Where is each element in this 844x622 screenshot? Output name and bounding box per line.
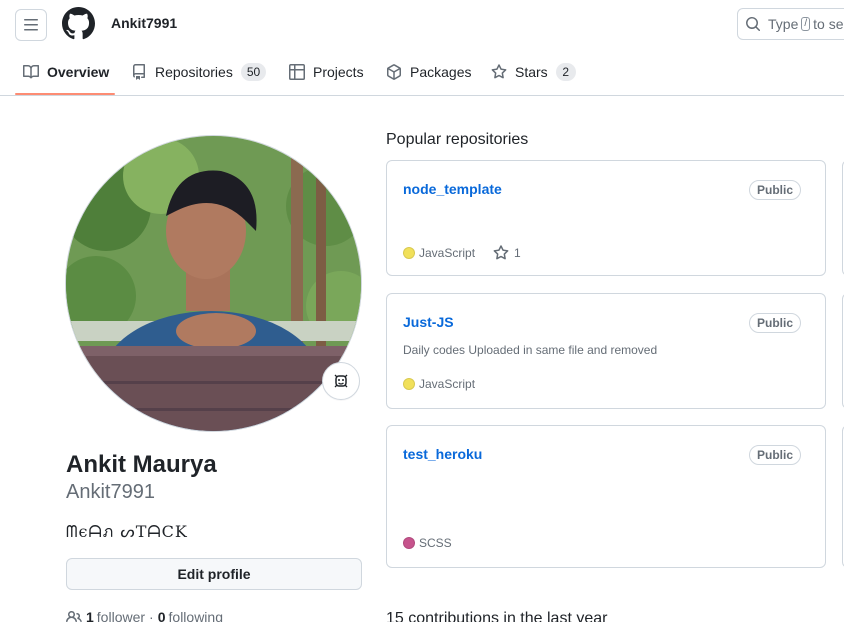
- search-icon: [746, 17, 761, 32]
- repo-description: Daily codes Uploaded in same file and re…: [403, 343, 658, 357]
- repo-stars-link[interactable]: 1: [493, 245, 521, 261]
- star-icon: [493, 245, 509, 260]
- table-icon: [289, 64, 305, 80]
- repositories-count-badge: 50: [240, 63, 267, 81]
- visibility-badge: Public: [748, 180, 801, 200]
- tab-repositories-label: Repositories: [155, 64, 233, 80]
- visibility-badge: Public: [748, 313, 801, 333]
- repo-name-link[interactable]: test_heroku: [403, 446, 482, 462]
- set-status-button[interactable]: [322, 362, 360, 400]
- hamburger-menu-button[interactable]: [15, 9, 47, 41]
- tab-projects-label: Projects: [313, 64, 364, 80]
- repo-card: node_template Public JavaScript 1: [386, 160, 826, 276]
- selected-tab-indicator: [15, 93, 115, 95]
- search-placeholder-start: Type: [768, 16, 799, 32]
- tab-repositories[interactable]: Repositories 50: [131, 48, 267, 96]
- repo-meta: JavaScript: [403, 377, 475, 391]
- tab-overview-label: Overview: [47, 64, 110, 80]
- people-icon: [66, 611, 82, 622]
- language-color-dot: [403, 247, 415, 259]
- search-shortcut-key: /: [801, 17, 811, 31]
- book-icon: [23, 64, 39, 79]
- profile-login: Ankit7991: [66, 481, 155, 503]
- language-color-dot: [403, 537, 415, 549]
- tab-packages-label: Packages: [410, 64, 472, 80]
- repo-meta: JavaScript 1: [403, 245, 521, 261]
- followers-link[interactable]: 1 follower: [86, 609, 145, 622]
- tab-projects[interactable]: Projects: [289, 48, 364, 96]
- tab-stars-label: Stars: [515, 64, 548, 80]
- repo-language: JavaScript: [419, 377, 476, 391]
- star-icon: [491, 64, 507, 79]
- stars-count-badge: 2: [555, 63, 576, 81]
- tab-overview[interactable]: Overview: [23, 48, 109, 96]
- menu-icon: [24, 19, 38, 31]
- follow-separator: ·: [149, 609, 154, 622]
- contributions-heading: 15 contributions in the last year: [386, 610, 608, 622]
- tab-stars[interactable]: Stars 2: [491, 48, 576, 96]
- search-placeholder-end: to se: [813, 16, 844, 32]
- repo-name-link[interactable]: node_template: [403, 181, 502, 197]
- visibility-badge: Public: [748, 445, 801, 465]
- profile-tabs: Overview Repositories 50 Projects Packag…: [0, 48, 844, 96]
- github-logo-icon[interactable]: [61, 7, 95, 40]
- repo-card: test_heroku Public SCSS: [386, 425, 826, 568]
- package-icon: [387, 64, 401, 80]
- repo-star-count: 1: [514, 246, 521, 260]
- repo-card: Just-JS Public Daily codes Uploaded in s…: [386, 293, 826, 409]
- followers-count: 1: [86, 609, 94, 622]
- repo-language: JavaScript: [419, 246, 476, 260]
- profile-bio: ᗰєᗩภ ᔕTᗩCK: [66, 522, 188, 541]
- edit-profile-button[interactable]: Edit profile: [66, 558, 362, 590]
- profile-full-name: Ankit Maurya: [66, 451, 217, 478]
- following-label: following: [168, 609, 223, 622]
- avatar[interactable]: [65, 135, 362, 432]
- search-input[interactable]: Type / to se: [737, 8, 844, 40]
- smiley-icon: [334, 374, 348, 388]
- popular-repositories-heading: Popular repositories: [386, 131, 529, 148]
- tab-packages[interactable]: Packages: [386, 48, 471, 96]
- followers-label: follower: [96, 609, 146, 622]
- repo-language: SCSS: [419, 536, 452, 550]
- repo-icon: [133, 64, 145, 80]
- app-header: Ankit7991 Type / to se: [0, 0, 844, 48]
- repo-meta: SCSS: [403, 536, 452, 550]
- repo-name-link[interactable]: Just-JS: [403, 314, 454, 330]
- follow-stats: 1 follower · 0 following: [66, 609, 223, 622]
- language-color-dot: [403, 378, 415, 390]
- following-link[interactable]: 0 following: [158, 609, 223, 622]
- following-count: 0: [157, 609, 166, 622]
- context-username[interactable]: Ankit7991: [111, 15, 177, 31]
